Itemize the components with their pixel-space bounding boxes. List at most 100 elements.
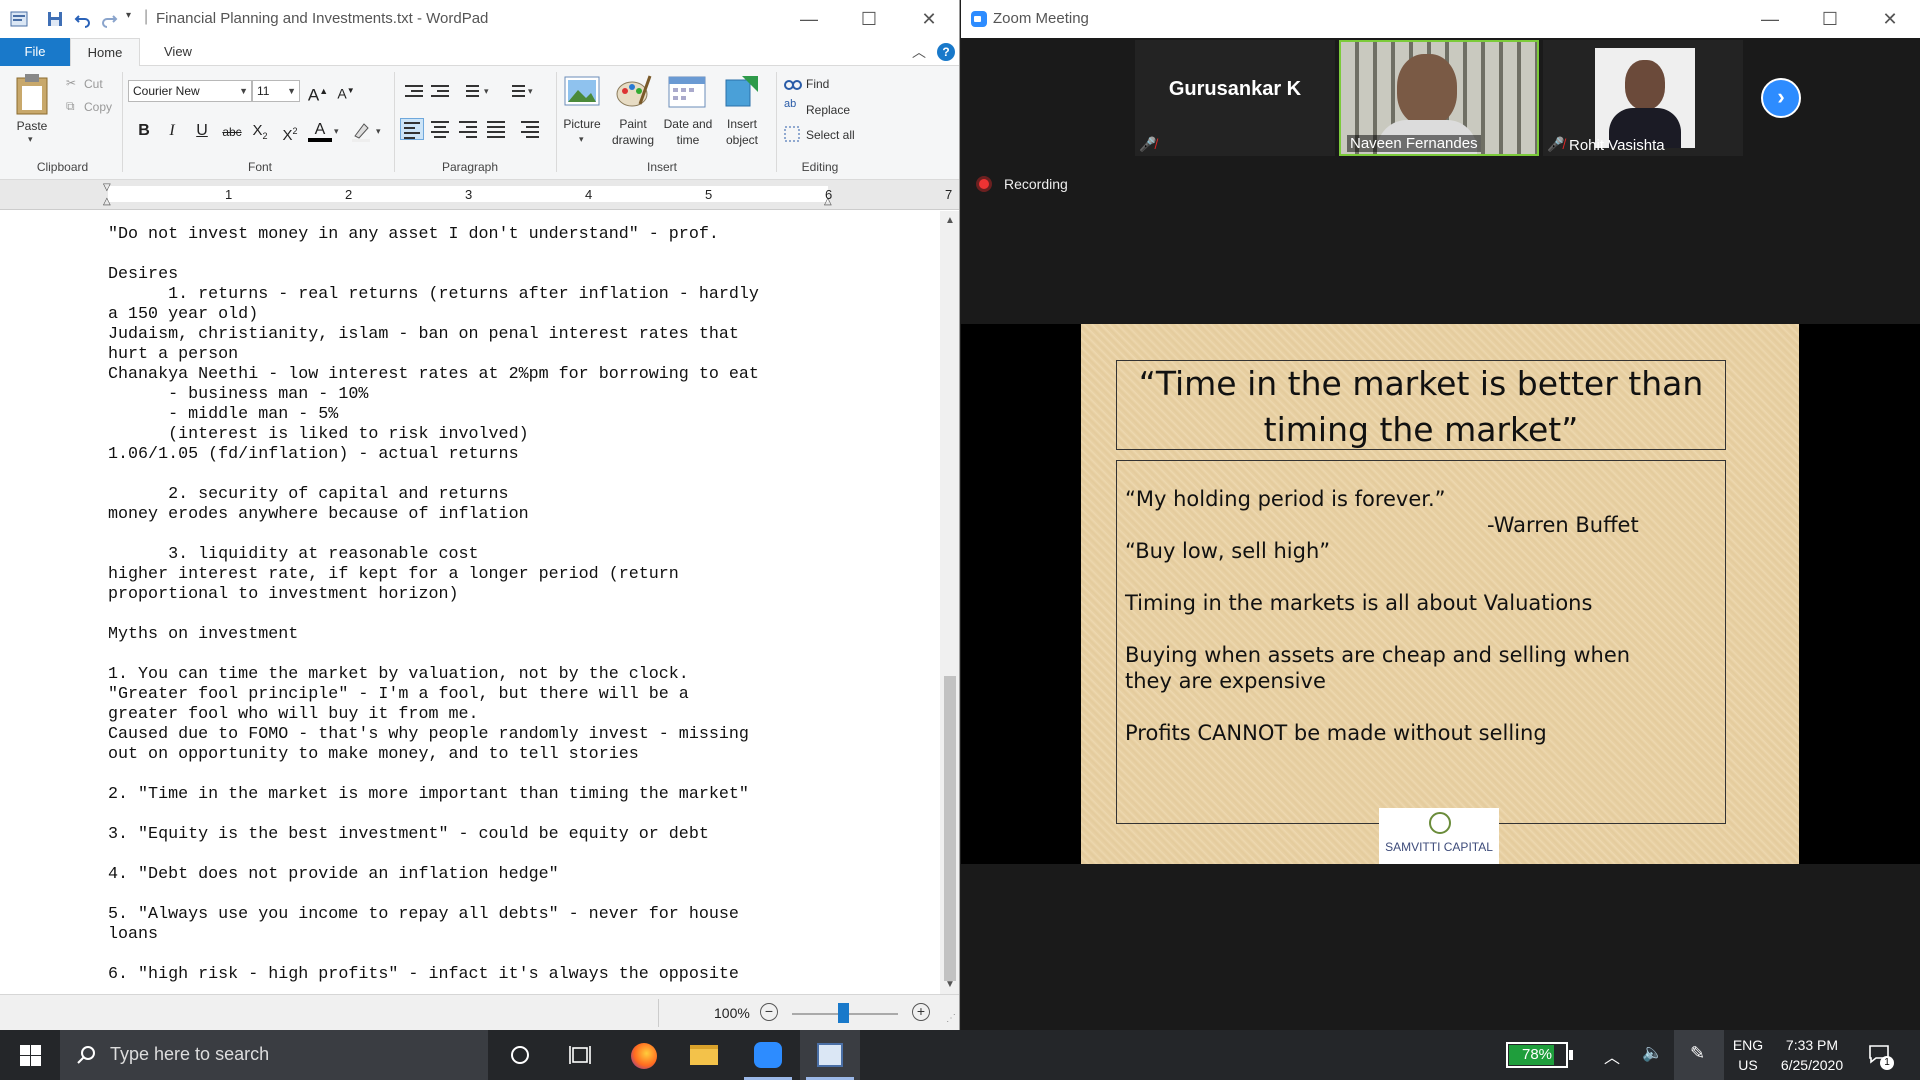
- underline-button[interactable]: U: [190, 119, 214, 143]
- increase-indent-button[interactable]: [428, 82, 452, 104]
- tab-view[interactable]: View: [150, 38, 206, 66]
- date-time-icon[interactable]: [668, 74, 706, 108]
- zoom-close-button[interactable]: ✕: [1861, 0, 1919, 38]
- participant-video-head: [1625, 60, 1665, 110]
- picture-button[interactable]: Picture: [558, 116, 606, 132]
- tab-file[interactable]: File: [0, 38, 70, 66]
- paragraph-settings-button[interactable]: [518, 118, 542, 140]
- strikethrough-button[interactable]: abc: [220, 120, 244, 144]
- superscript-button[interactable]: X2: [278, 119, 302, 144]
- paste-button[interactable]: Paste: [10, 118, 54, 134]
- participant-tile[interactable]: 🎤̸ Rohit Vasishta: [1543, 40, 1743, 156]
- participant-tile[interactable]: Gurusankar K 🎤̸: [1135, 40, 1335, 156]
- line-spacing-dropdown-icon[interactable]: ▾: [528, 86, 533, 97]
- show-hidden-icons-icon[interactable]: ︿: [1604, 1044, 1620, 1068]
- decrease-indent-button[interactable]: [402, 82, 426, 104]
- start-button[interactable]: [0, 1030, 60, 1080]
- justify-button[interactable]: [484, 118, 508, 140]
- status-divider: [658, 999, 659, 1027]
- scroll-thumb[interactable]: [944, 676, 956, 981]
- zoom-slider-thumb[interactable]: [838, 1003, 849, 1023]
- cut-icon: ✂: [66, 76, 77, 90]
- help-icon[interactable]: ?: [937, 43, 955, 61]
- bold-button[interactable]: B: [132, 119, 156, 143]
- document-text[interactable]: "Do not invest money in any asset I don'…: [108, 225, 759, 985]
- recording-label: Recording: [1004, 176, 1068, 192]
- clock-date[interactable]: 6/25/2020: [1774, 1057, 1850, 1073]
- paint-drawing-button[interactable]: Paint drawing: [608, 116, 658, 148]
- undo-icon[interactable]: [74, 10, 92, 28]
- left-indent-marker[interactable]: △: [103, 196, 111, 207]
- date-time-button[interactable]: Date and time: [658, 116, 718, 148]
- maximize-button[interactable]: ☐: [840, 0, 898, 38]
- cortana-button[interactable]: [490, 1030, 550, 1080]
- insert-object-icon[interactable]: [724, 74, 760, 108]
- font-family-select[interactable]: Courier New ▼: [128, 80, 252, 102]
- close-button[interactable]: ✕: [900, 0, 958, 38]
- clock-time[interactable]: 7:33 PM: [1774, 1037, 1850, 1053]
- paint-drawing-icon[interactable]: [616, 74, 652, 108]
- collapse-ribbon-icon[interactable]: ︿: [912, 42, 926, 62]
- paste-icon[interactable]: [14, 72, 50, 116]
- language-code[interactable]: ENG: [1730, 1037, 1766, 1053]
- cut-button[interactable]: Cut: [84, 77, 103, 91]
- vertical-scrollbar[interactable]: ▲ ▼: [940, 211, 959, 994]
- scroll-up-icon[interactable]: ▲: [940, 215, 959, 226]
- keyboard-layout[interactable]: US: [1730, 1057, 1766, 1073]
- zoom-out-button[interactable]: −: [760, 1003, 778, 1021]
- zoom-maximize-button[interactable]: ☐: [1801, 0, 1859, 38]
- logo-text: SAMVITTI CAPITAL: [1385, 840, 1493, 854]
- participant-tile-active[interactable]: Naveen Fernandes: [1339, 40, 1539, 156]
- battery-indicator[interactable]: 78%: [1506, 1042, 1568, 1068]
- redo-icon[interactable]: [100, 10, 118, 28]
- select-all-button[interactable]: Select all: [806, 128, 855, 142]
- text-color-button[interactable]: A: [308, 118, 332, 142]
- shrink-font-button[interactable]: A▼: [334, 79, 358, 103]
- highlight-icon[interactable]: [350, 120, 372, 142]
- paragraph-group-label: Paragraph: [441, 160, 499, 174]
- tab-home[interactable]: Home: [70, 38, 140, 67]
- paste-dropdown-icon[interactable]: ▾: [28, 134, 33, 145]
- task-view-button[interactable]: [550, 1030, 610, 1080]
- minimize-button[interactable]: —: [780, 0, 838, 38]
- file-explorer-taskbar-button[interactable]: [674, 1030, 734, 1080]
- text-color-dropdown-icon[interactable]: ▾: [334, 126, 339, 137]
- bullets-dropdown-icon[interactable]: ▾: [484, 86, 489, 97]
- subscript-button[interactable]: X2: [248, 119, 272, 143]
- pen-workspace-button[interactable]: ✎: [1674, 1030, 1724, 1080]
- picture-icon[interactable]: [564, 76, 600, 106]
- save-icon[interactable]: [46, 10, 64, 28]
- ruler[interactable]: ▽ △ △ 1 2 3 4 5 6 7: [0, 180, 959, 210]
- italic-button[interactable]: I: [160, 119, 184, 143]
- picture-dropdown-icon[interactable]: ▾: [579, 134, 584, 145]
- scroll-down-icon[interactable]: ▼: [940, 979, 959, 990]
- wordpad-taskbar-button[interactable]: [800, 1030, 860, 1080]
- zoom-in-button[interactable]: +: [912, 1003, 930, 1021]
- line-spacing-button[interactable]: [504, 82, 528, 104]
- zoom-taskbar-button[interactable]: [738, 1030, 798, 1080]
- firefox-taskbar-button[interactable]: [614, 1030, 674, 1080]
- taskbar-search-box[interactable]: Type here to search: [60, 1030, 488, 1080]
- zoom-minimize-button[interactable]: —: [1741, 0, 1799, 38]
- grow-font-button[interactable]: A▲: [306, 79, 330, 105]
- replace-button[interactable]: Replace: [806, 103, 850, 117]
- status-bar: 100% − + ⋰: [0, 994, 959, 1030]
- next-page-button[interactable]: ›: [1761, 78, 1801, 118]
- resize-grip-icon[interactable]: ⋰: [946, 1013, 956, 1024]
- align-left-button[interactable]: [400, 118, 424, 140]
- customize-quick-access-icon[interactable]: ▾: [126, 10, 131, 21]
- document-area[interactable]: "Do not invest money in any asset I don'…: [0, 211, 940, 994]
- copy-button[interactable]: Copy: [84, 100, 112, 114]
- highlight-dropdown-icon[interactable]: ▾: [376, 126, 381, 137]
- insert-object-button[interactable]: Insert object: [718, 116, 766, 148]
- first-line-indent-marker[interactable]: ▽: [103, 182, 111, 193]
- slide-title-line-2: timing the market”: [1263, 410, 1579, 449]
- battery-tip: [1569, 1050, 1573, 1060]
- windows-logo-icon: [31, 1045, 41, 1055]
- align-right-button[interactable]: [456, 118, 480, 140]
- volume-icon[interactable]: 🔈: [1642, 1043, 1663, 1063]
- align-center-button[interactable]: [428, 118, 452, 140]
- font-size-select[interactable]: 11 ▼: [252, 80, 300, 102]
- bullets-button[interactable]: [458, 82, 482, 104]
- find-button[interactable]: Find: [806, 77, 829, 91]
